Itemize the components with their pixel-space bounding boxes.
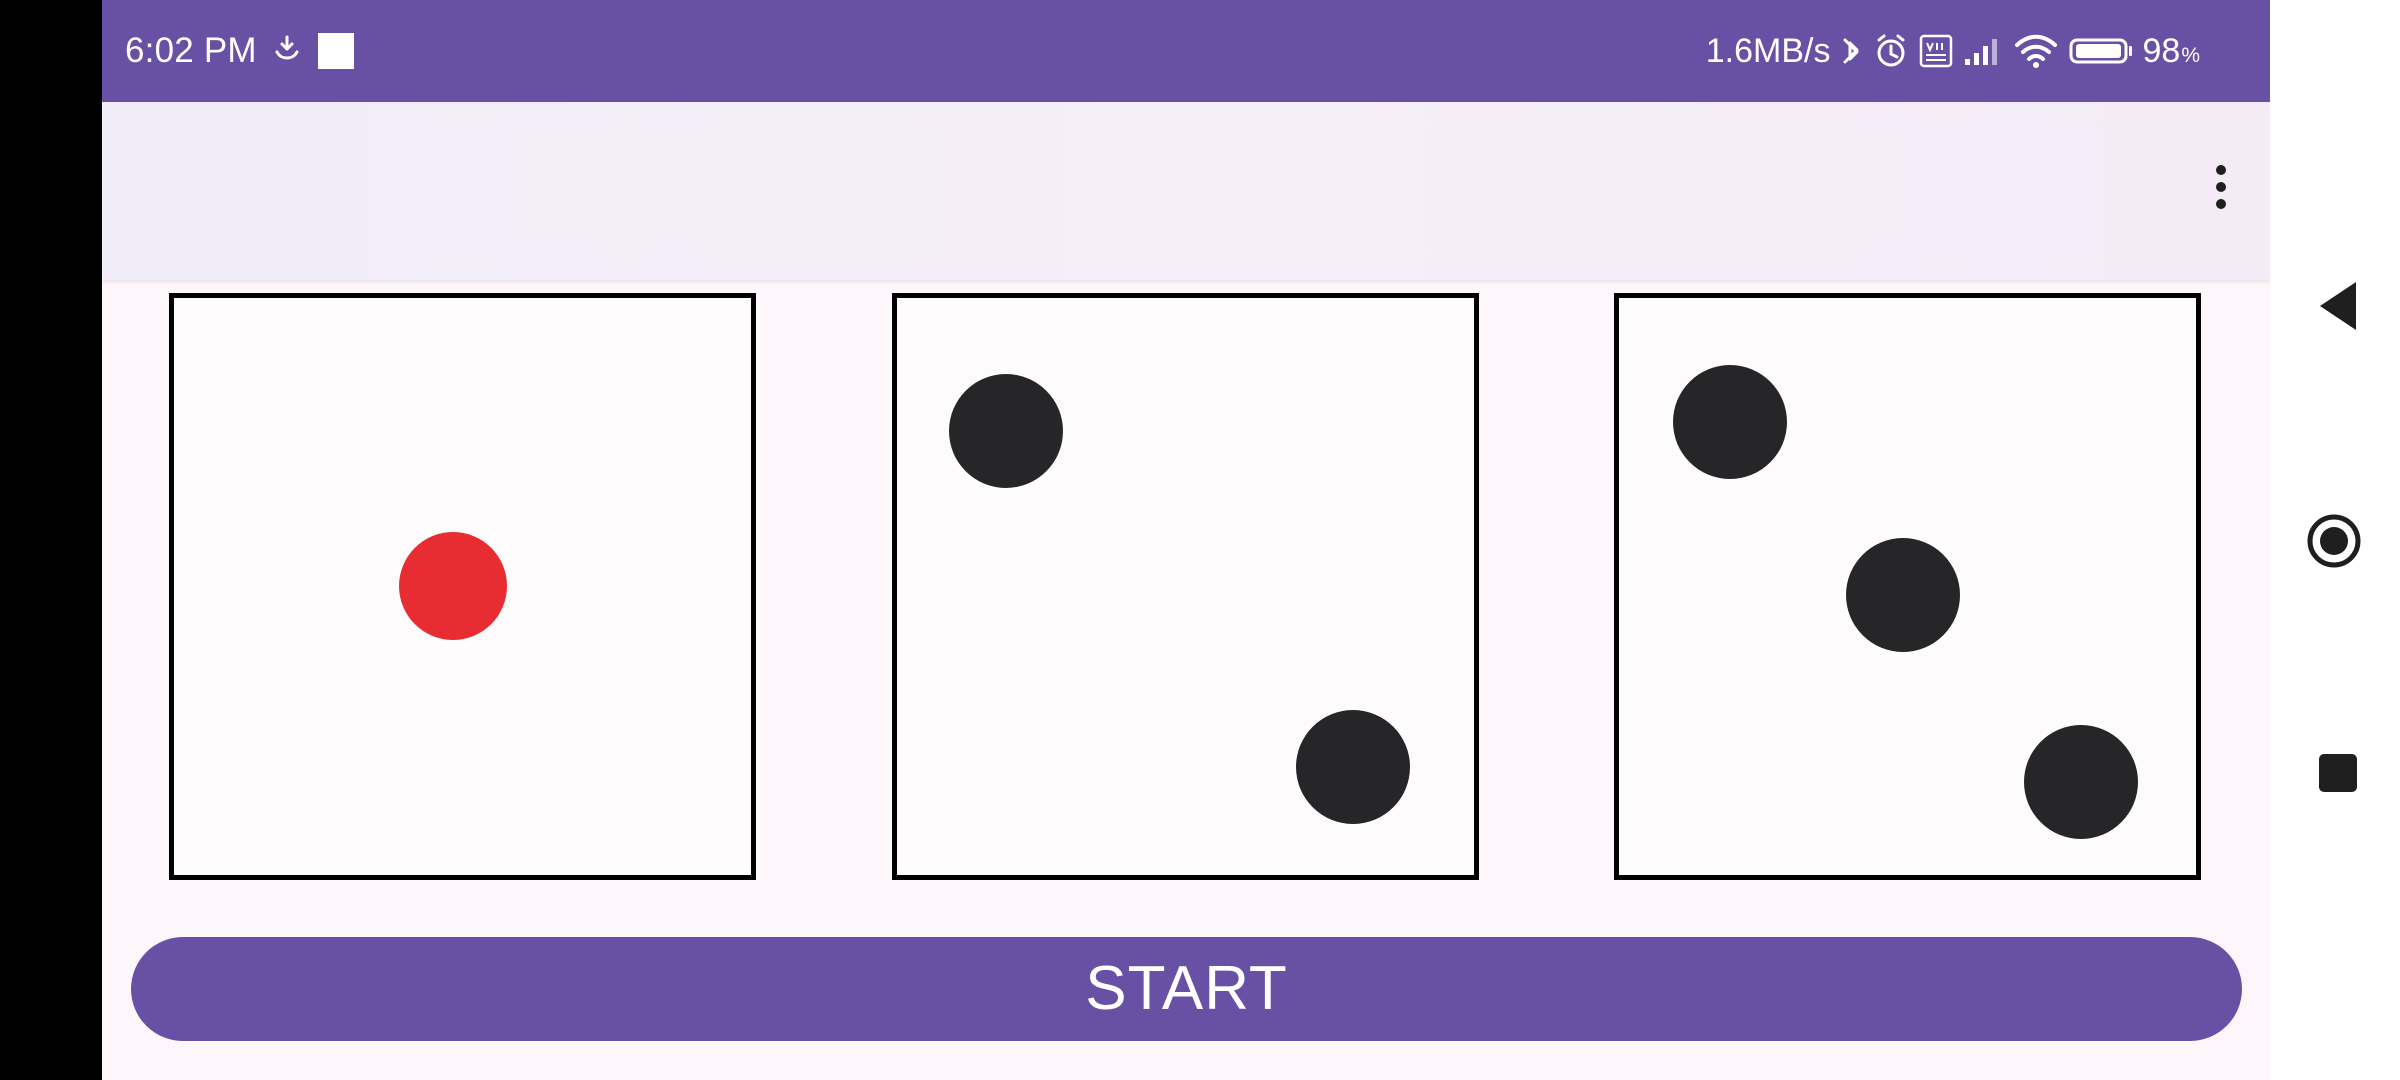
black-pip: [1846, 538, 1960, 652]
battery-icon: [2068, 34, 2134, 68]
alarm-icon: [1872, 32, 1910, 70]
battery-value: 98: [2142, 31, 2181, 70]
die-one: [169, 293, 756, 880]
download-smile-icon: [273, 35, 301, 67]
status-left: 6:02 PM: [125, 29, 355, 73]
black-pip: [2024, 725, 2138, 839]
status-time: 6:02 PM: [125, 31, 257, 70]
top-app-bar: [102, 102, 2270, 280]
black-pip: [1673, 365, 1787, 479]
signal-icon: [1962, 34, 2004, 68]
battery-unit: %: [2181, 43, 2200, 67]
notification-square-icon: [317, 32, 355, 70]
more-vertical-icon[interactable]: [2213, 162, 2229, 212]
volte-icon: [1918, 33, 1954, 69]
black-pip: [1296, 710, 1410, 824]
die-three: [1614, 293, 2201, 880]
recents-square-icon[interactable]: [2317, 752, 2359, 794]
bluetooth-icon: [1838, 31, 1864, 71]
status-right: 1.6MB/s 98 %: [1706, 29, 2200, 73]
black-pip: [949, 374, 1063, 488]
red-pip: [399, 532, 507, 640]
network-speed: 1.6MB/s: [1705, 31, 1831, 70]
battery-level: 98 %: [2142, 32, 2200, 71]
home-circle-icon[interactable]: [2305, 514, 2363, 568]
back-triangle-icon[interactable]: [2314, 279, 2362, 333]
system-navigation-bar: [2270, 0, 2400, 1080]
start-button[interactable]: START: [131, 937, 2242, 1041]
status-bar: 6:02 PM 1.6MB/s 98 %: [102, 0, 2270, 102]
dice-game-screen: 6:02 PM 1.6MB/s 98 % START: [102, 0, 2270, 1080]
die-two: [892, 293, 1479, 880]
wifi-icon: [2012, 32, 2060, 70]
